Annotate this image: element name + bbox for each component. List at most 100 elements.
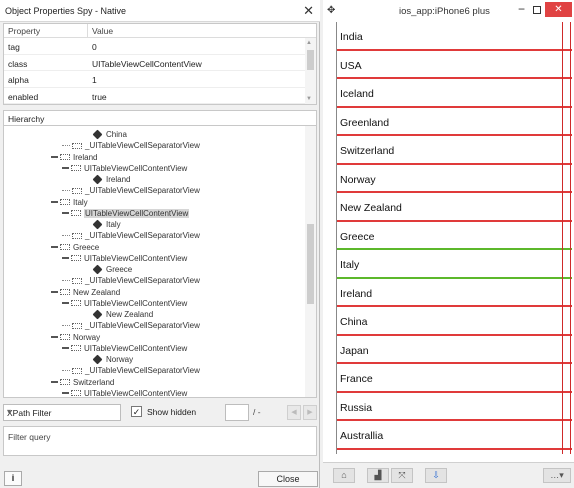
tree-node[interactable]: New Zealand <box>92 309 153 320</box>
table-cell[interactable]: Switzerland <box>337 136 572 165</box>
table-cell[interactable]: New Zealand <box>337 193 572 222</box>
property-row[interactable]: alpha 1 <box>4 71 316 88</box>
tree-node[interactable]: Greece <box>92 264 132 275</box>
table-cell[interactable]: France <box>337 364 572 393</box>
object-properties-spy-window: Object Properties Spy - Native ✕ Propert… <box>0 0 320 488</box>
xpath-filter-select[interactable]: XPath Filter ▾ <box>3 404 121 421</box>
app-title: ios_app:iPhone6 plus <box>399 6 490 17</box>
collapse-icon[interactable] <box>51 156 58 158</box>
view-icon <box>72 322 82 329</box>
collapse-icon[interactable] <box>62 257 69 260</box>
table-cell[interactable]: Italy <box>337 248 572 279</box>
table-cell[interactable]: Ireland <box>337 279 572 307</box>
collapse-icon[interactable] <box>51 291 58 293</box>
scrollbar-thumb[interactable] <box>307 224 314 304</box>
show-hidden-checkbox[interactable]: ✓ <box>131 406 142 417</box>
table-cell[interactable]: India <box>337 22 572 51</box>
tree-node[interactable]: UITableViewCellContentView <box>62 163 187 174</box>
filter-query-input[interactable]: Filter query <box>3 426 317 456</box>
content-boundary-line <box>562 22 563 454</box>
branch-line <box>62 190 70 192</box>
value-column-header[interactable]: Value <box>88 24 113 37</box>
tree-node[interactable]: Ireland <box>51 152 97 163</box>
view-icon <box>60 289 70 295</box>
table-cell[interactable]: USA <box>337 51 572 79</box>
view-icon <box>71 255 81 262</box>
close-window-button[interactable]: ✕ <box>545 2 572 17</box>
collapse-icon[interactable] <box>51 336 58 338</box>
collapse-icon[interactable] <box>51 381 58 383</box>
tree-node[interactable]: Norway <box>92 354 133 365</box>
hierarchy-tree[interactable]: China _UITableViewCellSeparatorView Irelan… <box>3 125 317 398</box>
tree-node[interactable]: _UITableViewCellSeparatorView <box>62 320 200 331</box>
property-value: true <box>92 91 107 102</box>
table-cell[interactable]: Japan <box>337 336 572 364</box>
tree-node[interactable]: _UITableViewCellSeparatorView <box>62 365 200 376</box>
table-cell[interactable]: Australlia <box>337 421 572 450</box>
tree-node[interactable]: UITableViewCellContentView <box>62 253 187 264</box>
tree-node[interactable]: _UITableViewCellSeparatorView <box>62 275 200 286</box>
next-page-button[interactable]: ▶ <box>303 405 317 420</box>
more-icon[interactable]: …▾ <box>543 468 571 483</box>
collapse-icon[interactable] <box>62 347 69 350</box>
tree-node[interactable]: Greece <box>51 242 99 253</box>
tree-scrollbar[interactable] <box>305 126 316 397</box>
maximize-icon[interactable] <box>533 6 541 14</box>
scroll-up-icon[interactable]: ▲ <box>306 40 312 46</box>
close-icon[interactable]: ✕ <box>303 3 314 19</box>
close-button[interactable]: Close <box>258 471 318 487</box>
table-cell[interactable]: Russia <box>337 393 572 421</box>
tree-node[interactable]: Italy <box>92 219 121 230</box>
property-value: 1 <box>92 75 97 85</box>
chevron-down-icon: ▾ <box>7 407 12 416</box>
table-cell[interactable]: China <box>337 307 572 336</box>
screenshot-icon[interactable]: ▟ <box>367 468 389 483</box>
prev-page-button[interactable]: ◀ <box>287 405 301 420</box>
collapse-icon[interactable] <box>62 212 69 215</box>
tree-node-label: UITableViewCellContentView <box>84 208 190 218</box>
tree-node[interactable]: _UITableViewCellSeparatorView <box>62 185 200 196</box>
collapse-icon[interactable] <box>62 302 69 305</box>
collapse-icon[interactable] <box>51 246 58 248</box>
properties-scrollbar[interactable]: ▲ ▼ <box>305 38 316 104</box>
tree-node[interactable]: Norway <box>51 332 100 343</box>
minimize-icon[interactable]: − <box>518 2 525 16</box>
property-column-header[interactable]: Property <box>4 24 88 37</box>
tree-node[interactable]: Ireland <box>92 174 130 185</box>
tree-node[interactable]: UITableViewCellContentView <box>62 388 187 397</box>
tree-node[interactable]: UITableViewCellContentView <box>62 298 187 309</box>
property-row[interactable]: class UITableViewCellContentView <box>4 55 316 71</box>
scroll-down-icon[interactable]: ▼ <box>306 96 312 102</box>
property-row[interactable]: enabled true <box>4 88 316 104</box>
page-number-input[interactable] <box>225 404 249 421</box>
tree-node[interactable]: _UITableViewCellSeparatorView <box>62 230 200 241</box>
tree-node[interactable]: Switzerland <box>51 377 114 388</box>
view-icon <box>60 199 70 205</box>
home-icon[interactable]: ⌂ <box>333 468 355 483</box>
tree-node[interactable]: Italy <box>51 197 88 208</box>
tree-node-label: Switzerland <box>73 377 115 387</box>
table-cell[interactable]: Iceland <box>337 79 572 108</box>
table-cell[interactable]: Greece <box>337 222 572 250</box>
property-name: alpha <box>8 75 29 85</box>
cell-boundary-line <box>570 22 571 454</box>
collapse-icon[interactable] <box>51 201 58 203</box>
fit-icon[interactable]: ⤧ <box>391 468 413 483</box>
scrollbar-thumb[interactable] <box>307 50 314 70</box>
info-button[interactable]: i <box>4 471 22 486</box>
pin-icon[interactable]: ⇩ <box>425 468 447 483</box>
tree-node[interactable]: UITableViewCellContentView <box>62 343 187 354</box>
property-name: enabled <box>8 91 39 102</box>
tree-node[interactable]: New Zealand <box>51 287 120 298</box>
table-cell[interactable]: Greenland <box>337 108 572 136</box>
cell-label: Greece <box>340 230 375 243</box>
tree-node[interactable]: _UITableViewCellSeparatorView <box>62 140 200 151</box>
tree-node[interactable]: China <box>92 129 127 140</box>
collapse-icon[interactable] <box>62 392 69 395</box>
tree-node[interactable]: UITableViewCellContentView <box>62 208 190 219</box>
table-cell[interactable]: Norway <box>337 165 572 193</box>
move-icon[interactable]: ✥ <box>327 5 335 16</box>
tree-node-label: Ireland <box>106 175 131 184</box>
collapse-icon[interactable] <box>62 167 69 170</box>
property-row[interactable]: tag 0 <box>4 38 316 55</box>
